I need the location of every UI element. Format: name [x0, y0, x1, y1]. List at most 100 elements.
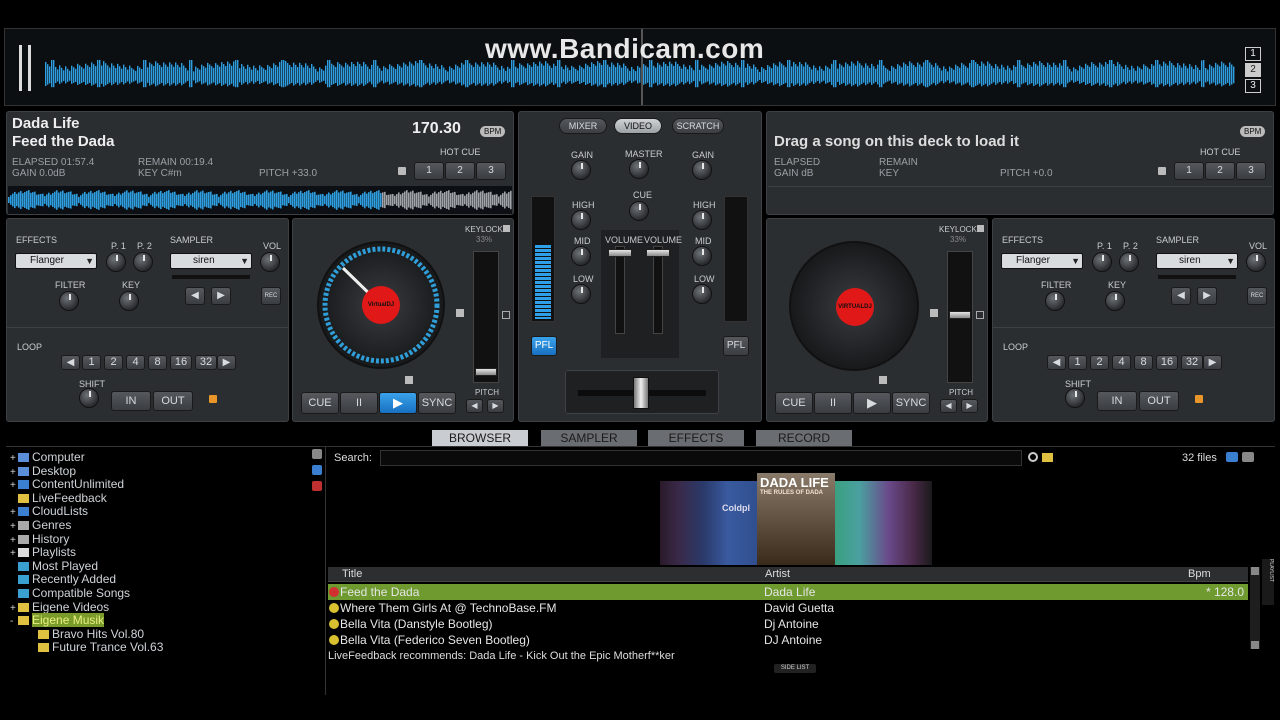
left-in-button[interactable]: IN — [111, 391, 151, 411]
right-pitch-zero-icon[interactable] — [976, 311, 984, 319]
loop-button-2[interactable]: 2 — [1090, 355, 1109, 370]
left-hotcue-3[interactable]: 3 — [476, 162, 506, 180]
mixer-volume-right-cap[interactable] — [646, 249, 670, 257]
mixer-tab-scratch[interactable]: SCRATCH — [672, 118, 724, 134]
right-play-button[interactable]: ▶ — [853, 392, 891, 414]
tree-item[interactable]: Future Trance Vol.63 — [30, 641, 163, 654]
tree-expander[interactable]: + — [10, 547, 18, 560]
left-pitch-fader[interactable] — [473, 251, 499, 383]
search-folder-icon[interactable] — [1042, 453, 1053, 462]
view-toggle-icon[interactable] — [1226, 452, 1238, 462]
mixer-crossfader-cap[interactable] — [633, 377, 649, 409]
column-artist[interactable]: Artist — [765, 568, 790, 580]
left-hotcue-1[interactable]: 1 — [414, 162, 444, 180]
scroll-up-icon[interactable] — [1251, 567, 1259, 575]
side-list-button[interactable]: SIDE LIST — [774, 664, 816, 673]
right-rec-button[interactable]: REC — [1247, 287, 1267, 305]
column-bpm[interactable]: Bpm — [1188, 568, 1211, 580]
right-deck-lock-icon[interactable] — [930, 309, 938, 317]
right-pause-button[interactable]: II — [814, 392, 852, 414]
left-keylock-lock-icon[interactable] — [503, 225, 510, 232]
mixer-mid-right-knob[interactable] — [692, 246, 712, 266]
right-p2-knob[interactable] — [1119, 252, 1139, 272]
left-sampler-prev-icon[interactable]: ◀ — [185, 287, 205, 305]
tree-expander[interactable]: + — [10, 452, 18, 465]
deck-number-2[interactable]: 2 — [1245, 63, 1261, 77]
loop-button-8[interactable]: 8 — [148, 355, 167, 370]
loop-button-1[interactable]: 1 — [1068, 355, 1087, 370]
left-hotcue-2[interactable]: 2 — [445, 162, 475, 180]
right-loop-prev-icon[interactable]: ◀ — [1047, 355, 1066, 370]
left-key-knob[interactable] — [119, 291, 139, 311]
mixer-low-right-knob[interactable] — [692, 284, 712, 304]
right-pitch-fader[interactable] — [947, 251, 973, 383]
tab-sampler[interactable]: SAMPLER — [541, 430, 637, 446]
right-pitch-up-icon[interactable]: ▶ — [961, 399, 978, 413]
left-pitch-down-icon[interactable]: ◀ — [466, 399, 483, 413]
mixer-pfl-right-button[interactable]: PFL — [723, 336, 749, 356]
left-p2-knob[interactable] — [133, 252, 153, 272]
left-shift-knob[interactable] — [79, 388, 99, 408]
mixer-tab-mixer[interactable]: MIXER — [559, 118, 607, 134]
left-sync-button[interactable]: SYNC — [418, 392, 456, 414]
tree-item[interactable]: LiveFeedback — [10, 491, 107, 505]
mixer-volume-right-fader[interactable] — [646, 246, 670, 334]
right-vol-knob[interactable] — [1246, 252, 1266, 272]
loop-button-2[interactable]: 2 — [104, 355, 123, 370]
tree-expander[interactable]: + — [10, 466, 18, 479]
mixer-low-left-knob[interactable] — [571, 284, 591, 304]
tree-expander[interactable]: + — [10, 520, 18, 533]
left-lock-icon[interactable] — [398, 167, 406, 175]
mixer-volume-left-fader[interactable] — [608, 246, 632, 334]
tree-expander[interactable]: + — [10, 602, 18, 615]
right-platter[interactable]: VIRTUALDJ — [789, 241, 919, 371]
right-key-knob[interactable] — [1105, 291, 1125, 311]
left-track-waveform[interactable] — [8, 186, 512, 214]
tree-expander[interactable]: + — [10, 479, 18, 492]
playlist-side-tab[interactable]: PLAYLIST — [1262, 559, 1274, 605]
loop-button-16[interactable]: 16 — [170, 355, 192, 370]
right-sample-select[interactable]: siren — [1156, 253, 1238, 269]
tracklist-scrollbar[interactable] — [1250, 567, 1260, 649]
left-filter-knob[interactable] — [59, 291, 79, 311]
search-options-icon[interactable] — [1028, 452, 1038, 462]
left-pause-button[interactable]: II — [340, 392, 378, 414]
right-hotcue-2[interactable]: 2 — [1205, 162, 1235, 180]
tree-item[interactable]: Most Played — [10, 559, 98, 573]
left-pitch-zero-icon[interactable] — [502, 311, 510, 319]
left-deck-lock-icon[interactable] — [456, 309, 464, 317]
tree-expander[interactable]: + — [10, 534, 18, 547]
scroll-down-icon[interactable] — [1251, 641, 1259, 649]
tab-record[interactable]: RECORD — [756, 430, 852, 446]
tree-expander[interactable]: + — [10, 506, 18, 519]
tree-add-icon[interactable] — [312, 449, 322, 459]
right-out-button[interactable]: OUT — [1139, 391, 1179, 411]
left-cue-button[interactable]: CUE — [301, 392, 339, 414]
mixer-gain-left-knob[interactable] — [571, 160, 591, 180]
right-cue-button[interactable]: CUE — [775, 392, 813, 414]
mixer-cue-knob[interactable] — [629, 201, 649, 221]
right-sampler-next-icon[interactable]: ▶ — [1197, 287, 1217, 305]
right-hotcue-1[interactable]: 1 — [1174, 162, 1204, 180]
column-title[interactable]: Title — [342, 568, 362, 580]
track-row[interactable]: Where Them Girls At @ TechnoBase.FM David… — [328, 600, 1248, 616]
right-sampler-prev-icon[interactable]: ◀ — [1171, 287, 1191, 305]
track-row[interactable]: Bella Vita (Federico Seven Bootleg) DJ An… — [328, 632, 1248, 648]
deck-number-3[interactable]: 3 — [1245, 79, 1261, 93]
left-loop-prev-icon[interactable]: ◀ — [61, 355, 80, 370]
tree-filter-icon[interactable] — [312, 465, 322, 475]
track-row[interactable]: Feed the Dada Dada Life * 128.0 — [328, 584, 1248, 600]
view-options-icon[interactable] — [1242, 452, 1254, 462]
right-keylock-lock-icon[interactable] — [977, 225, 984, 232]
left-effect-select[interactable]: Flanger — [15, 253, 97, 269]
left-play-button[interactable]: ▶ — [379, 392, 417, 414]
right-deck-lock2-icon[interactable] — [879, 376, 887, 384]
right-effect-select[interactable]: Flanger — [1001, 253, 1083, 269]
left-platter[interactable]: VirtualDJ — [317, 241, 445, 369]
left-pitch-fader-cap[interactable] — [475, 368, 497, 376]
loop-button-4[interactable]: 4 — [126, 355, 145, 370]
mixer-pfl-left-button[interactable]: PFL — [531, 336, 557, 356]
tab-effects[interactable]: EFFECTS — [648, 430, 744, 446]
left-p1-knob[interactable] — [106, 252, 126, 272]
tree-item[interactable]: Compatible Songs — [10, 587, 130, 600]
